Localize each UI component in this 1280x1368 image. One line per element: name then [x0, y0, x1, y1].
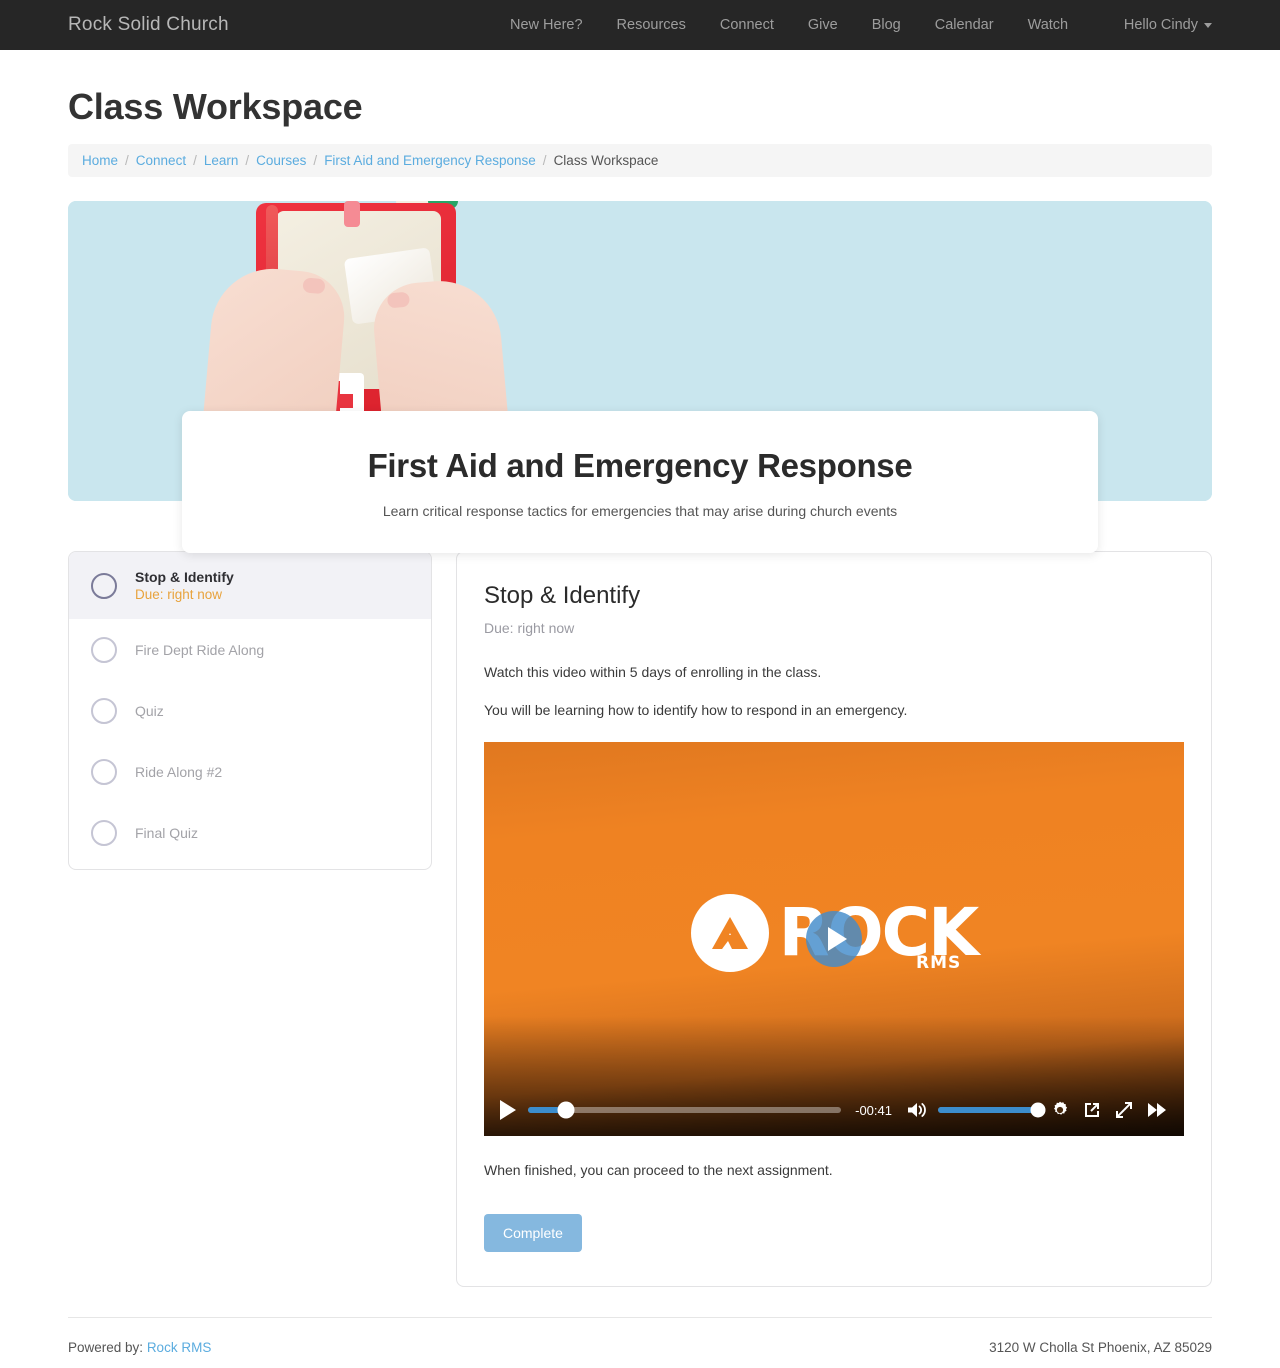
volume-fill: [938, 1107, 1038, 1113]
footer-address: 3120 W Cholla St Phoenix, AZ 85029: [989, 1340, 1212, 1355]
assignment-paragraph-2: You will be learning how to identify how…: [484, 702, 908, 718]
breadcrumb-item-current: Class Workspace: [553, 153, 659, 168]
breadcrumb-separator: /: [125, 153, 129, 168]
breadcrumb-item-course[interactable]: First Aid and Emergency Response: [324, 153, 536, 168]
assignment-due: Due: right now: [484, 620, 575, 636]
breadcrumb-separator: /: [245, 153, 250, 168]
fingernail-shape: [302, 277, 326, 295]
activity-text: Fire Dept Ride Along: [135, 642, 264, 658]
breadcrumb-item-courses[interactable]: Courses: [256, 153, 306, 168]
assignment-panel: Stop & Identify Due: right now Watch thi…: [456, 551, 1212, 1287]
activity-text: Final Quiz: [135, 825, 198, 841]
activity-item-ride-along-2[interactable]: Ride Along #2: [69, 741, 431, 802]
nav-item-new-here[interactable]: New Here?: [510, 17, 583, 33]
powered-by: Powered by: Rock RMS: [68, 1340, 211, 1355]
hero-title-card: First Aid and Emergency Response Learn c…: [182, 411, 1098, 553]
nav-item-calendar[interactable]: Calendar: [935, 17, 994, 33]
activity-list-panel: Stop & Identify Due: right now Fire Dept…: [68, 551, 432, 870]
activity-item-final-quiz[interactable]: Final Quiz: [69, 802, 431, 863]
play-pause-button[interactable]: [500, 1100, 516, 1120]
fullscreen-icon[interactable]: [1114, 1100, 1134, 1120]
activity-name: Fire Dept Ride Along: [135, 641, 265, 658]
nav-item-resources[interactable]: Resources: [617, 17, 686, 33]
breadcrumb-separator: /: [313, 153, 318, 168]
rock-rms-mark-icon: [690, 894, 769, 972]
rock-rms-sub: RMS: [915, 953, 962, 974]
video-controls: -00:41: [484, 1084, 1184, 1136]
activity-item-fire-dept-ride-along[interactable]: Fire Dept Ride Along: [69, 619, 431, 680]
workspace-content: Stop & Identify Due: right now Fire Dept…: [68, 551, 1212, 1287]
breadcrumb-item-learn[interactable]: Learn: [204, 153, 239, 168]
activity-status-circle-icon: [91, 572, 117, 599]
fingernail-shape: [386, 291, 411, 309]
assignment-title: Stop & Identify: [484, 582, 641, 609]
breadcrumb-item-connect[interactable]: Connect: [136, 153, 186, 168]
activity-item-quiz[interactable]: Quiz: [69, 680, 431, 741]
page-footer: Powered by: Rock RMS 3120 W Cholla St Ph…: [68, 1317, 1212, 1355]
activity-text: Ride Along #2: [135, 764, 222, 780]
page-title: Class Workspace: [68, 86, 363, 127]
activity-text: Stop & Identify Due: right now: [135, 569, 234, 602]
activity-status-circle-icon: [91, 697, 117, 724]
picture-in-picture-icon[interactable]: [1082, 1100, 1102, 1120]
breadcrumb-separator: /: [542, 153, 547, 168]
video-player[interactable]: ROCK RMS -00:41: [484, 742, 1184, 1136]
activity-status-circle-icon: [91, 819, 117, 846]
site-brand[interactable]: Rock Solid Church: [68, 14, 229, 36]
volume-handle[interactable]: [1030, 1102, 1046, 1118]
activity-status-circle-icon: [91, 758, 117, 785]
fast-forward-icon[interactable]: [1146, 1101, 1168, 1119]
course-hero: First Aid and Emergency Response Learn c…: [68, 201, 1212, 553]
complete-button[interactable]: Complete: [484, 1214, 582, 1252]
volume-slider[interactable]: [938, 1102, 1046, 1118]
assignment-paragraph-1: Watch this video within 5 days of enroll…: [484, 664, 822, 680]
activity-name: Quiz: [135, 702, 164, 719]
video-time-remaining: -00:41: [855, 1102, 892, 1118]
zipper-pull-shape: [344, 201, 360, 227]
course-title: First Aid and Emergency Response: [367, 447, 913, 484]
assignment-closing: When finished, you can proceed to the ne…: [484, 1162, 833, 1178]
gear-icon[interactable]: [1050, 1100, 1070, 1120]
nav-item-blog[interactable]: Blog: [872, 17, 901, 33]
activity-status-circle-icon: [91, 636, 117, 663]
user-menu[interactable]: Hello Cindy: [1124, 17, 1212, 33]
breadcrumb-item-home[interactable]: Home: [82, 153, 118, 168]
breadcrumb: Home / Connect / Learn / Courses / First…: [68, 144, 1212, 177]
chevron-down-icon: [1204, 22, 1212, 28]
rock-rms-link[interactable]: Rock RMS: [147, 1340, 212, 1355]
activity-item-stop-and-identify[interactable]: Stop & Identify Due: right now: [69, 552, 431, 619]
activity-name: Stop & Identify: [135, 569, 234, 585]
activity-name: Ride Along #2: [135, 763, 223, 780]
nav-item-watch[interactable]: Watch: [1028, 17, 1069, 33]
page-container: Class Workspace Home / Connect / Learn /…: [0, 86, 1280, 1355]
nav-item-connect[interactable]: Connect: [720, 17, 774, 33]
play-button-overlay[interactable]: [806, 911, 862, 967]
primary-nav: New Here? Resources Connect Give Blog Ca…: [510, 17, 1068, 33]
volume-control: [906, 1101, 1046, 1119]
nav-item-give[interactable]: Give: [808, 17, 838, 33]
video-progress-bar[interactable]: [528, 1101, 842, 1119]
course-subtitle: Learn critical response tactics for emer…: [382, 503, 898, 519]
powered-by-label: Powered by:: [68, 1340, 144, 1355]
breadcrumb-separator: /: [193, 153, 197, 168]
top-navbar: Rock Solid Church New Here? Resources Co…: [0, 0, 1280, 50]
activity-due: Due: right now: [135, 587, 223, 602]
volume-icon[interactable]: [906, 1101, 928, 1119]
activity-text: Quiz: [135, 703, 164, 719]
video-progress-handle[interactable]: [557, 1101, 575, 1119]
play-icon: [827, 927, 847, 951]
activity-name: Final Quiz: [135, 824, 199, 841]
user-menu-label: Hello Cindy: [1123, 17, 1198, 33]
